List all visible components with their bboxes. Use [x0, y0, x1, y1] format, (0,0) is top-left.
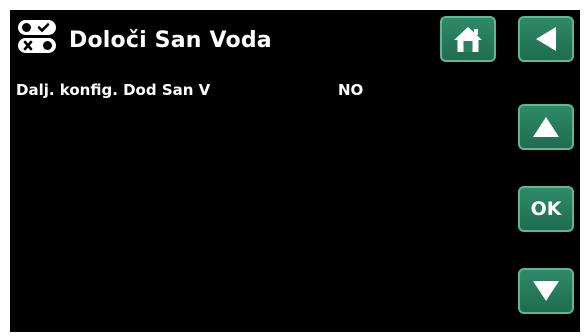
back-button[interactable]: [518, 16, 574, 62]
up-arrow-icon: [533, 117, 559, 137]
down-button[interactable]: [518, 268, 574, 314]
back-arrow-icon: [536, 27, 556, 51]
display-screen: Določi San Voda Dalj. konfig. Dod San V …: [10, 10, 580, 332]
home-icon: [454, 27, 482, 52]
setting-row[interactable]: Dalj. konfig. Dod San V NO: [16, 81, 416, 103]
page-title: Določi San Voda: [69, 28, 272, 53]
setting-label: Dalj. konfig. Dod San V: [16, 81, 211, 99]
ok-button[interactable]: OK: [518, 186, 574, 232]
down-arrow-icon: [533, 281, 559, 301]
up-button[interactable]: [518, 104, 574, 150]
setting-value[interactable]: NO: [338, 81, 363, 99]
settings-toggles-icon: [18, 20, 56, 53]
home-button[interactable]: [440, 16, 496, 62]
